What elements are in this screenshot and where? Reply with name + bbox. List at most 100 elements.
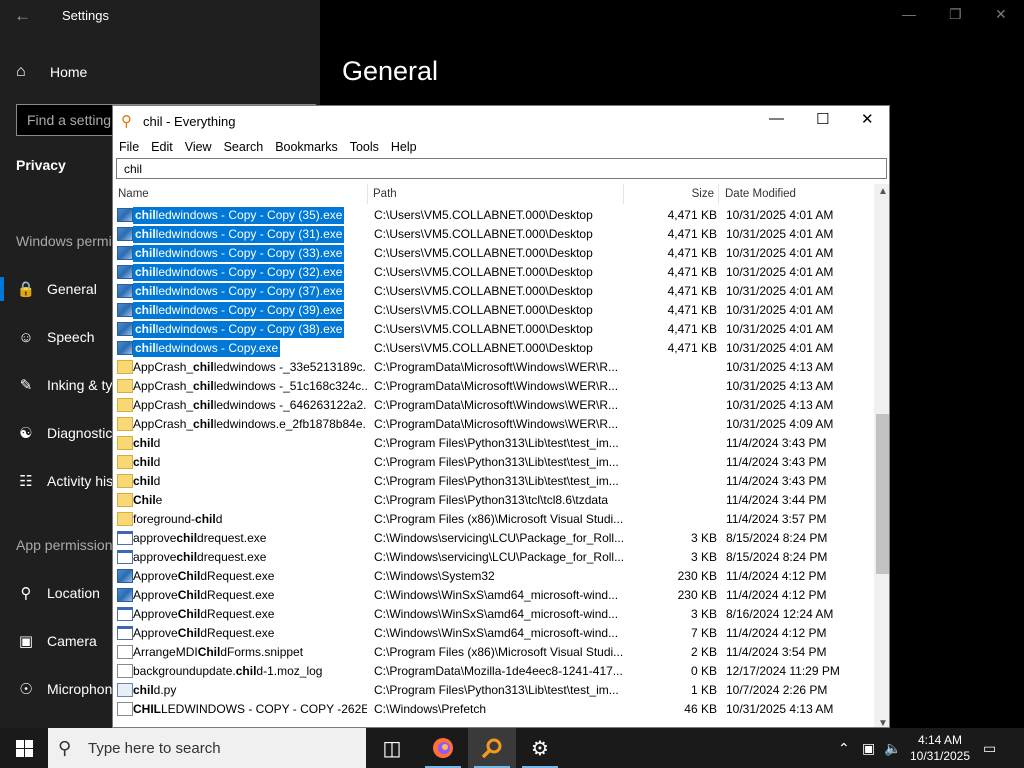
show-hidden-icons[interactable]: ⌃ (838, 728, 850, 768)
volume-tray[interactable]: 🔈 (884, 728, 901, 768)
exe-icon (117, 303, 133, 317)
table-row[interactable]: chilledwindows - Copy - Copy (37).exe C:\… (113, 282, 875, 301)
table-row[interactable]: chilledwindows - Copy - Copy (33).exe C:\… (113, 244, 875, 263)
row-size: 230 KB (677, 569, 717, 583)
table-row[interactable]: ApproveChildRequest.exe C:\Windows\WinSxS… (113, 586, 875, 605)
table-row[interactable]: chilledwindows - Copy - Copy (32).exe C:\… (113, 263, 875, 282)
row-name: chilledwindows - Copy.exe (133, 340, 281, 357)
row-date: 10/31/2025 4:13 AM (726, 379, 834, 393)
table-row[interactable]: AppCrash_chilledwindows.e_2fb1878b84e...… (113, 415, 875, 434)
row-path: C:\Users\VM5.COLLABNET.000\Desktop (374, 322, 593, 336)
table-row[interactable]: AppCrash_chilledwindows -_33e5213189c...… (113, 358, 875, 377)
table-row[interactable]: child C:\Program Files\Python313\Lib\test… (113, 453, 875, 472)
menu-bookmarks[interactable]: Bookmarks (269, 140, 344, 154)
network-tray[interactable]: ▣ (862, 728, 875, 768)
scroll-down-icon[interactable]: ▼ (878, 718, 888, 727)
network-icon: ▣ (862, 739, 876, 756)
table-row[interactable]: AppCrash_chilledwindows -_646263122a2...… (113, 396, 875, 415)
row-path: C:\Program Files (x86)\Microsoft Visual … (374, 645, 624, 659)
menu-help[interactable]: Help (385, 140, 423, 154)
exe-icon (117, 322, 133, 336)
task-view-button[interactable]: ◫ (368, 728, 416, 768)
taskbar-search-box[interactable]: ⚲ Type here to search (48, 728, 366, 768)
close-icon[interactable]: ✕ (995, 6, 1007, 23)
scroll-up-icon[interactable]: ▲ (878, 186, 888, 197)
home-link[interactable]: ⌂ Home (16, 63, 87, 81)
table-row[interactable]: approvechildrequest.exe C:\Windows\servic… (113, 529, 875, 548)
table-row[interactable]: chilledwindows - Copy.exe C:\Users\VM5.CO… (113, 339, 875, 358)
minimize-icon[interactable]: — (902, 6, 916, 22)
table-row[interactable]: AppCrash_chilledwindows -_51c168c324c...… (113, 377, 875, 396)
table-row[interactable]: Chile C:\Program Files\Python313\tcl\tcl8… (113, 491, 875, 510)
table-row[interactable]: child C:\Program Files\Python313\Lib\test… (113, 472, 875, 491)
row-name: chilledwindows - Copy - Copy (39).exe (133, 302, 345, 319)
maximize-icon[interactable]: ☐ (816, 110, 829, 128)
column-path[interactable]: Path (368, 184, 624, 204)
menu-edit[interactable]: Edit (145, 140, 179, 154)
application-icon (117, 550, 133, 564)
row-size: 3 KB (690, 531, 717, 545)
table-row[interactable]: foreground-child C:\Program Files (x86)\M… (113, 510, 875, 529)
table-row[interactable]: chilledwindows - Copy - Copy (39).exe C:\… (113, 301, 875, 320)
table-row[interactable]: CHILLEDWINDOWS - COPY - COPY -262E... C:\… (113, 700, 875, 719)
system-clock[interactable]: 4:14 AM 10/31/2025 (906, 732, 974, 764)
vertical-scrollbar[interactable]: ▲ ▼ (874, 184, 889, 727)
close-icon[interactable]: ✕ (861, 110, 874, 128)
table-row[interactable]: chilledwindows - Copy - Copy (31).exe C:\… (113, 225, 875, 244)
camera-icon: ▣ (18, 633, 34, 650)
nav-item-label: Camera (47, 633, 97, 649)
exe-icon (117, 208, 133, 222)
row-date: 8/16/2024 12:24 AM (726, 607, 834, 621)
menu-search[interactable]: Search (218, 140, 270, 154)
row-size: 2 KB (690, 645, 717, 659)
folder-icon (117, 455, 133, 469)
settings-taskbar-button[interactable]: ⚙ (516, 728, 564, 768)
column-name[interactable]: Name (113, 184, 368, 204)
settings-search-placeholder: Find a setting (27, 112, 112, 128)
column-size[interactable]: Size (624, 184, 719, 204)
firefox-taskbar-button[interactable] (419, 728, 467, 768)
table-row[interactable]: backgroundupdate.child-1.moz_log C:\Progr… (113, 662, 875, 681)
row-path: C:\Windows\Prefetch (374, 702, 487, 716)
table-row[interactable]: ApproveChildRequest.exe C:\Windows\WinSxS… (113, 605, 875, 624)
row-path: C:\Users\VM5.COLLABNET.000\Desktop (374, 303, 593, 317)
row-path: C:\Windows\WinSxS\amd64_microsoft-wind..… (374, 588, 619, 602)
row-size: 4,471 KB (667, 303, 717, 317)
application-icon (117, 626, 133, 640)
table-row[interactable]: child.py C:\Program Files\Python313\Lib\t… (113, 681, 875, 700)
row-size: 230 KB (677, 588, 717, 602)
search-input[interactable]: chil (116, 158, 887, 179)
column-headers: Name Path Size Date Modified (113, 184, 874, 204)
action-center-button[interactable]: ▭ (983, 728, 996, 768)
back-arrow-icon[interactable]: ← (14, 6, 31, 26)
settings-title: Settings (62, 8, 109, 23)
scroll-thumb[interactable] (876, 414, 889, 574)
results-list: chilledwindows - Copy - Copy (35).exe C:\… (113, 206, 875, 719)
start-button[interactable] (0, 728, 48, 768)
everything-title-bar: ⚲ chil - Everything — ☐ ✕ (113, 106, 889, 136)
table-row[interactable]: chilledwindows - Copy - Copy (38).exe C:\… (113, 320, 875, 339)
everything-taskbar-button[interactable] (468, 728, 516, 768)
row-name: ArrangeMDIChildForms.snippet (133, 645, 304, 659)
row-size: 4,471 KB (667, 284, 717, 298)
row-path: C:\Users\VM5.COLLABNET.000\Desktop (374, 284, 593, 298)
row-date: 10/31/2025 4:01 AM (726, 246, 834, 260)
table-row[interactable]: ArrangeMDIChildForms.snippet C:\Program F… (113, 643, 875, 662)
row-path: C:\Windows\servicing\LCU\Package_for_Rol… (374, 531, 624, 545)
table-row[interactable]: ApproveChildRequest.exe C:\Windows\WinSxS… (113, 624, 875, 643)
row-date: 11/4/2024 4:12 PM (726, 588, 827, 602)
exe-icon (117, 588, 133, 602)
row-size: 3 KB (690, 550, 717, 564)
table-row[interactable]: ApproveChildRequest.exe C:\Windows\System… (113, 567, 875, 586)
task-view-icon: ◫ (382, 737, 402, 760)
restore-icon[interactable]: ❐ (949, 6, 962, 23)
menu-tools[interactable]: Tools (344, 140, 385, 154)
table-row[interactable]: chilledwindows - Copy - Copy (35).exe C:\… (113, 206, 875, 225)
minimize-icon[interactable]: — (769, 110, 784, 127)
menu-view[interactable]: View (179, 140, 218, 154)
menu-file[interactable]: File (113, 140, 145, 154)
table-row[interactable]: approvechildrequest.exe C:\Windows\servic… (113, 548, 875, 567)
table-row[interactable]: child C:\Program Files\Python313\Lib\test… (113, 434, 875, 453)
row-name: ApproveChildRequest.exe (133, 607, 275, 621)
column-date[interactable]: Date Modified (719, 184, 874, 204)
